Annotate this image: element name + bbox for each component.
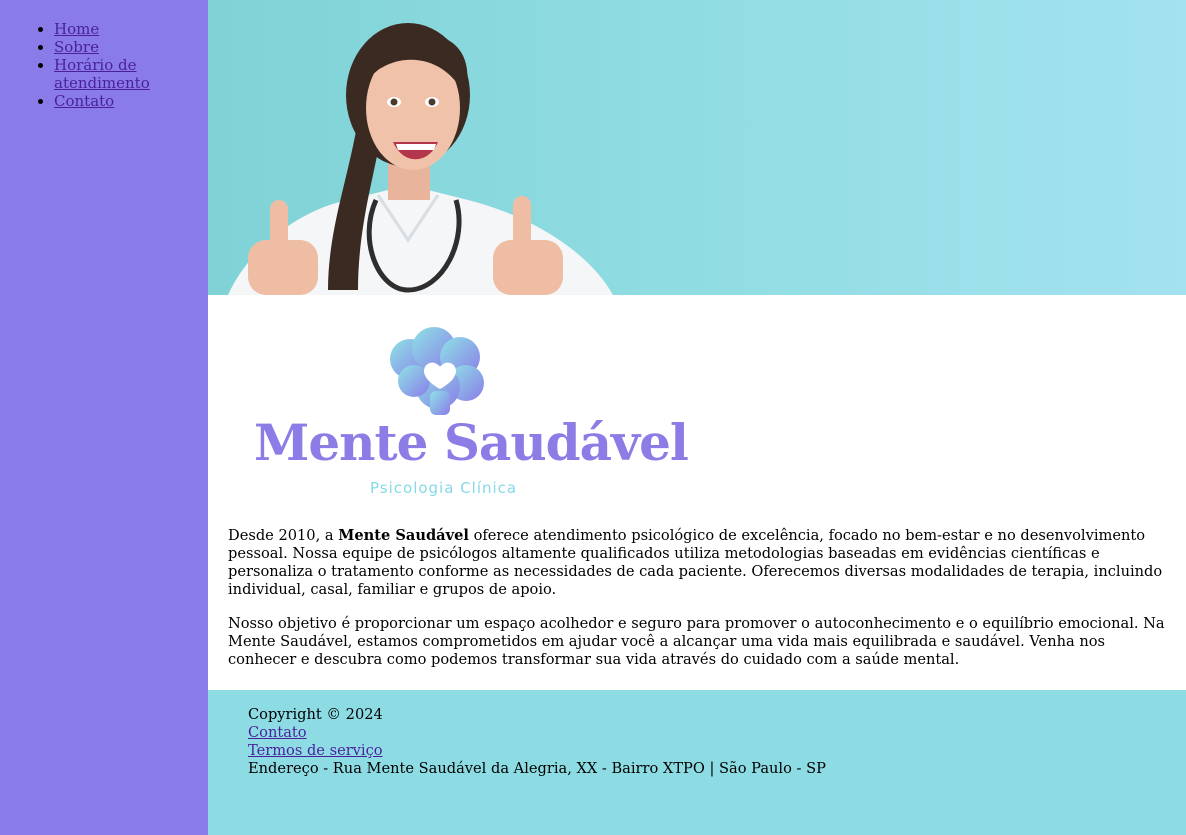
nav-link-sobre[interactable]: Sobre <box>54 38 99 56</box>
brand-name: Mente Saudável <box>338 527 469 544</box>
logo-title: Mente Saudável <box>254 413 689 472</box>
doctor-thumbs-up-photo <box>228 23 613 295</box>
brain-heart-icon <box>390 327 484 415</box>
nav-item-contato: Contato <box>54 92 208 110</box>
footer: Copyright © 2024 Contato Termos de servi… <box>208 690 1186 835</box>
main-content: Mente Saudável Psicologia Clínica Desde … <box>208 0 1186 835</box>
nav-link-home[interactable]: Home <box>54 20 99 38</box>
nav-item-sobre: Sobre <box>54 38 208 56</box>
nav-item-horario: Horário de atendimento <box>54 56 208 92</box>
footer-address: Endereço - Rua Mente Saudável da Alegria… <box>248 760 826 777</box>
copyright: Copyright © 2024 <box>248 706 383 723</box>
logo: Mente Saudável Psicologia Clínica <box>228 295 1166 515</box>
nav-link-horario[interactable]: Horário de atendimento <box>54 56 150 92</box>
intro-paragraph-2: Nosso objetivo é proporcionar um espaço … <box>228 615 1165 668</box>
footer-terms-link[interactable]: Termos de serviço <box>248 742 1146 760</box>
nav-item-home: Home <box>54 20 208 38</box>
footer-contact-link[interactable]: Contato <box>248 724 1146 742</box>
logo-subtitle: Psicologia Clínica <box>370 479 518 497</box>
hero-banner <box>208 0 1186 295</box>
intro-paragraph-1: Desde 2010, a Mente Saudável oferece ate… <box>228 527 1166 599</box>
nav-link-contato[interactable]: Contato <box>54 92 114 110</box>
content-area: Mente Saudável Psicologia Clínica Desde … <box>208 295 1186 669</box>
nav-list: Home Sobre Horário de atendimento Contat… <box>0 0 208 110</box>
intro-text-start: Desde 2010, a <box>228 527 339 544</box>
sidebar-nav: Home Sobre Horário de atendimento Contat… <box>0 0 208 835</box>
